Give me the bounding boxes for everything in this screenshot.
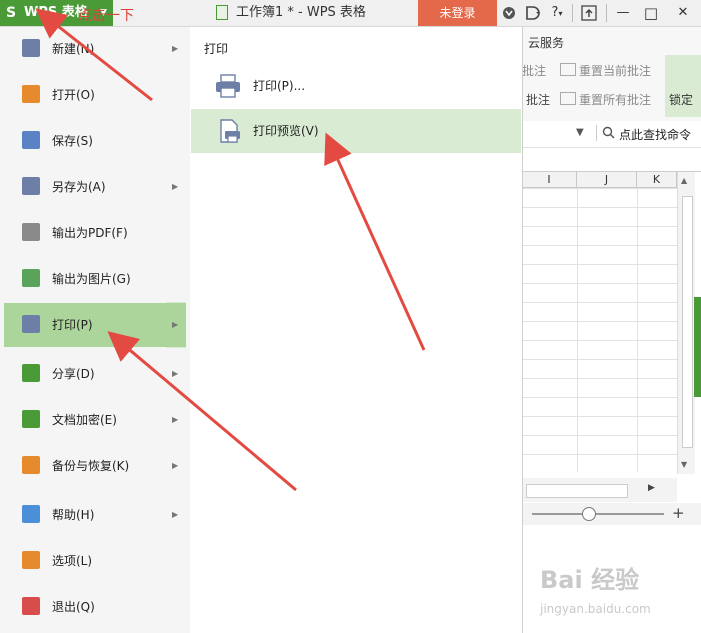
- annotation-arrows: [35, 8, 426, 492]
- watermark-url: jingyan.baidu.com: [540, 602, 651, 616]
- arrow-to-print: [107, 331, 297, 492]
- baidu-jingyan-watermark: Bai 经验: [540, 566, 640, 594]
- arrow-to-print-preview: [324, 132, 426, 351]
- arrow-to-wps-menu: [35, 8, 153, 102]
